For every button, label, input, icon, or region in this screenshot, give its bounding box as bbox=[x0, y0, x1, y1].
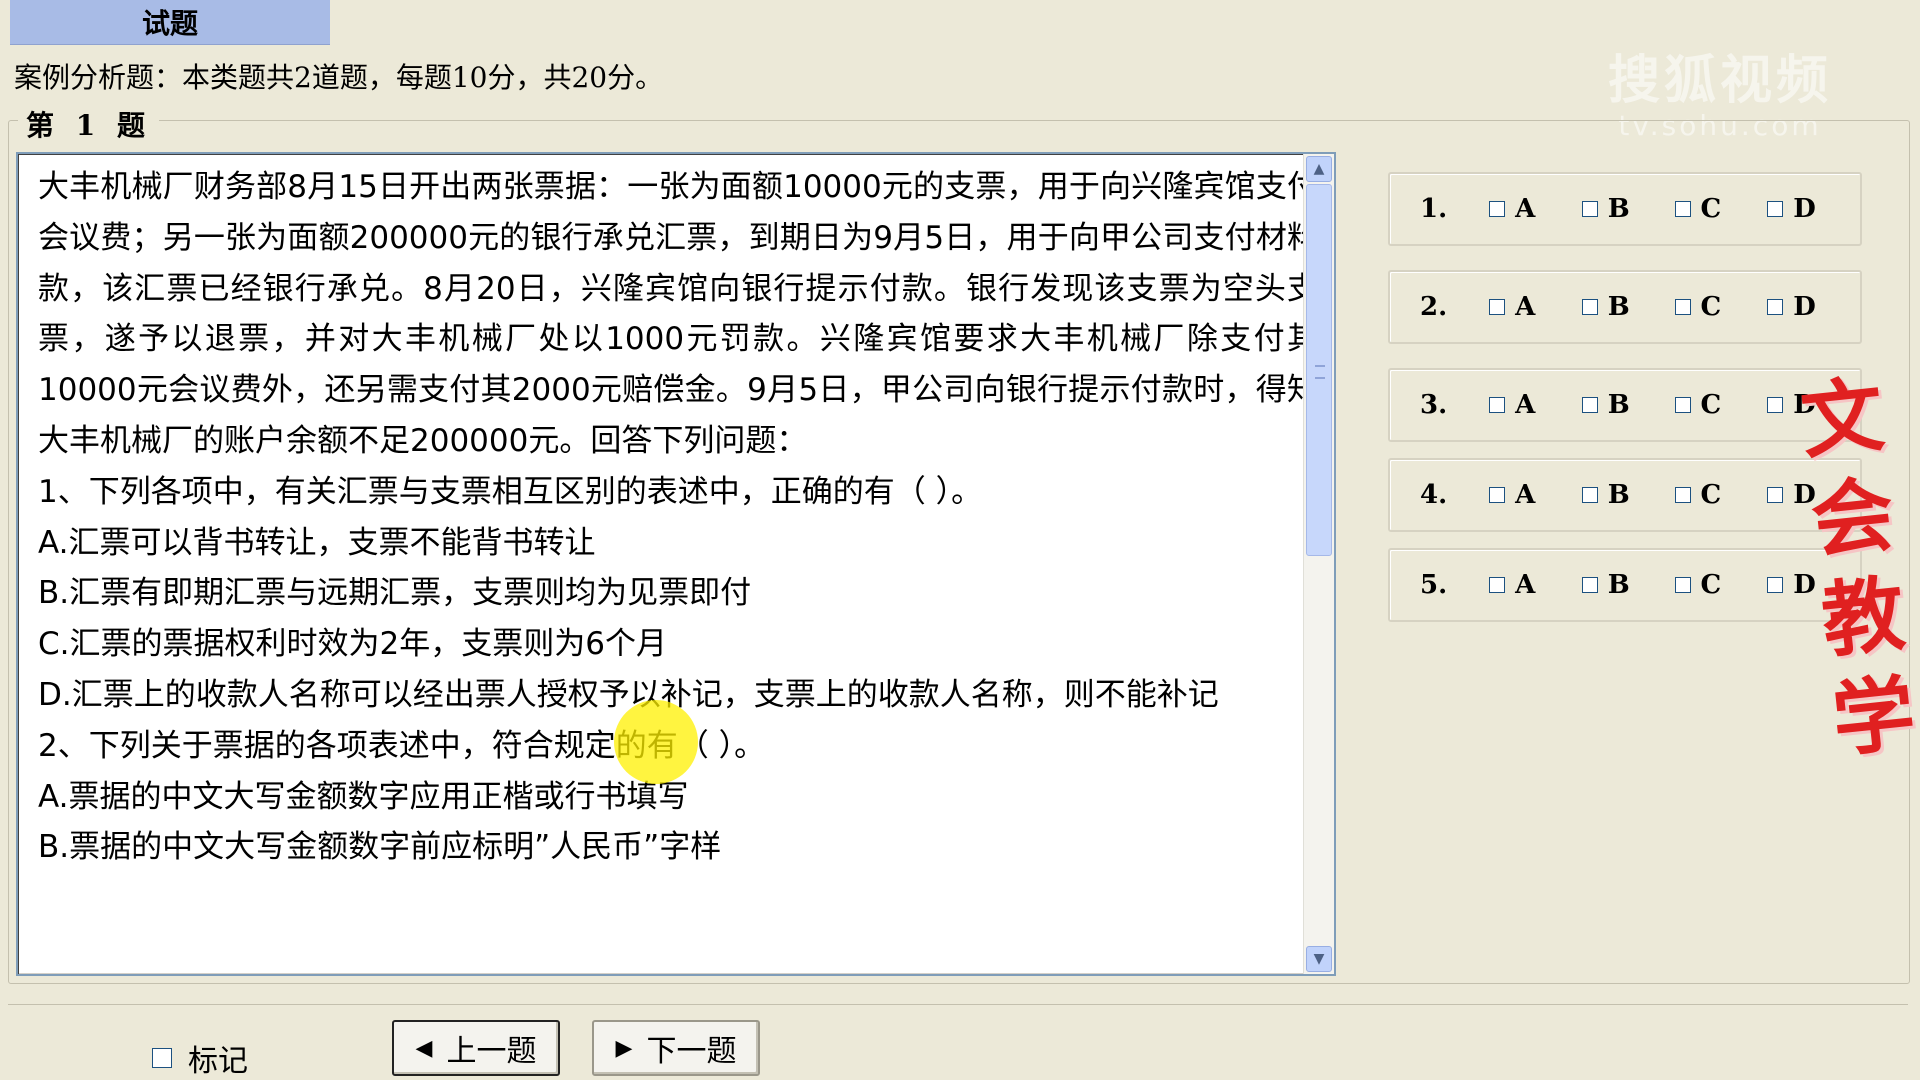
question-line: 1、下列各项中，有关汇票与支票相互区别的表述中，正确的有（ ）。 bbox=[38, 473, 983, 510]
answer-number: 2. bbox=[1420, 292, 1448, 322]
option-b-checkbox[interactable]: B bbox=[1581, 194, 1675, 224]
triangle-right-icon: ▶ bbox=[615, 1035, 633, 1061]
mark-checkbox-box[interactable] bbox=[152, 1048, 172, 1068]
question-text-panel[interactable]: 大丰机械厂财务部8月15日开出两张票据：一张为面额10000元的支票，用于向兴隆… bbox=[16, 152, 1336, 976]
question-line: B.汇票有即期汇票与远期汇票，支票则均为见票即付 bbox=[38, 575, 752, 612]
answer-number: 1. bbox=[1420, 194, 1448, 224]
answer-number: 5. bbox=[1420, 570, 1448, 600]
answer-row: 5. A B C D bbox=[1388, 548, 1862, 622]
option-a-checkbox[interactable]: A bbox=[1489, 390, 1582, 420]
option-d-checkbox[interactable]: D bbox=[1767, 194, 1860, 224]
option-a-checkbox[interactable]: A bbox=[1489, 480, 1582, 510]
scroll-down-icon[interactable]: ▼ bbox=[1306, 946, 1332, 972]
option-b-checkbox[interactable]: B bbox=[1581, 480, 1675, 510]
option-c-checkbox[interactable]: C bbox=[1674, 390, 1768, 420]
bottom-toolbar bbox=[8, 1004, 1908, 1080]
watermark-main: 搜狐视频 bbox=[1607, 51, 1832, 111]
mark-checkbox[interactable]: 标记 bbox=[152, 1036, 248, 1080]
answer-row: 1. A B C D bbox=[1388, 172, 1862, 246]
section-info: 案例分析题：本类题共2道题，每题10分，共20分。 bbox=[14, 61, 664, 94]
brand-char: 文 bbox=[1796, 366, 1889, 471]
option-b-checkbox[interactable]: B bbox=[1581, 390, 1675, 420]
brand-char: 学 bbox=[1827, 665, 1920, 770]
brand-char: 教 bbox=[1817, 565, 1910, 670]
mark-label: 标记 bbox=[188, 1044, 248, 1079]
question-line: A.票据的中文大写金额数字应用正楷或行书填写 bbox=[38, 778, 689, 815]
case-paragraph: 大丰机械厂财务部8月15日开出两张票据：一张为面额10000元的支票，用于向兴隆… bbox=[38, 169, 1319, 459]
prev-question-label: 上一题 bbox=[446, 1034, 537, 1069]
scrollbar-thumb[interactable] bbox=[1306, 184, 1332, 556]
answer-number: 4. bbox=[1420, 480, 1448, 510]
tab-question[interactable]: 试题 bbox=[10, 0, 330, 45]
answer-row: 4. A B C D bbox=[1388, 458, 1862, 532]
vertical-scrollbar[interactable]: ▲ ▼ bbox=[1303, 154, 1334, 974]
option-c-checkbox[interactable]: C bbox=[1674, 292, 1768, 322]
prev-question-button[interactable]: ◀ 上一题 bbox=[392, 1020, 560, 1076]
option-a-checkbox[interactable]: A bbox=[1489, 292, 1582, 322]
cursor-highlight bbox=[614, 700, 698, 784]
option-c-checkbox[interactable]: C bbox=[1674, 194, 1768, 224]
question-line: A.汇票可以背书转让，支票不能背书转让 bbox=[38, 524, 596, 561]
brand-char: 会 bbox=[1806, 466, 1899, 571]
question-line: C.汇票的票据权利时效为2年，支票则为6个月 bbox=[38, 626, 667, 663]
option-a-checkbox[interactable]: A bbox=[1489, 194, 1582, 224]
next-question-button[interactable]: ▶ 下一题 bbox=[592, 1020, 760, 1076]
triangle-left-icon: ◀ bbox=[415, 1035, 433, 1061]
scroll-up-icon[interactable]: ▲ bbox=[1306, 156, 1332, 182]
option-b-checkbox[interactable]: B bbox=[1581, 292, 1675, 322]
answer-number: 3. bbox=[1420, 390, 1448, 420]
question-number-title: 第 1 题 bbox=[18, 104, 159, 144]
option-d-checkbox[interactable]: D bbox=[1767, 292, 1860, 322]
next-question-label: 下一题 bbox=[646, 1034, 737, 1069]
question-line: B.票据的中文大写金额数字前应标明”人民币”字样 bbox=[38, 829, 722, 866]
exam-window: 试题 案例分析题：本类题共2道题，每题10分，共20分。 搜狐视频 tv.soh… bbox=[0, 0, 1920, 1080]
answer-row: 2. A B C D bbox=[1388, 270, 1862, 344]
option-c-checkbox[interactable]: C bbox=[1674, 480, 1768, 510]
option-a-checkbox[interactable]: A bbox=[1489, 570, 1582, 600]
option-c-checkbox[interactable]: C bbox=[1674, 570, 1768, 600]
option-b-checkbox[interactable]: B bbox=[1581, 570, 1675, 600]
